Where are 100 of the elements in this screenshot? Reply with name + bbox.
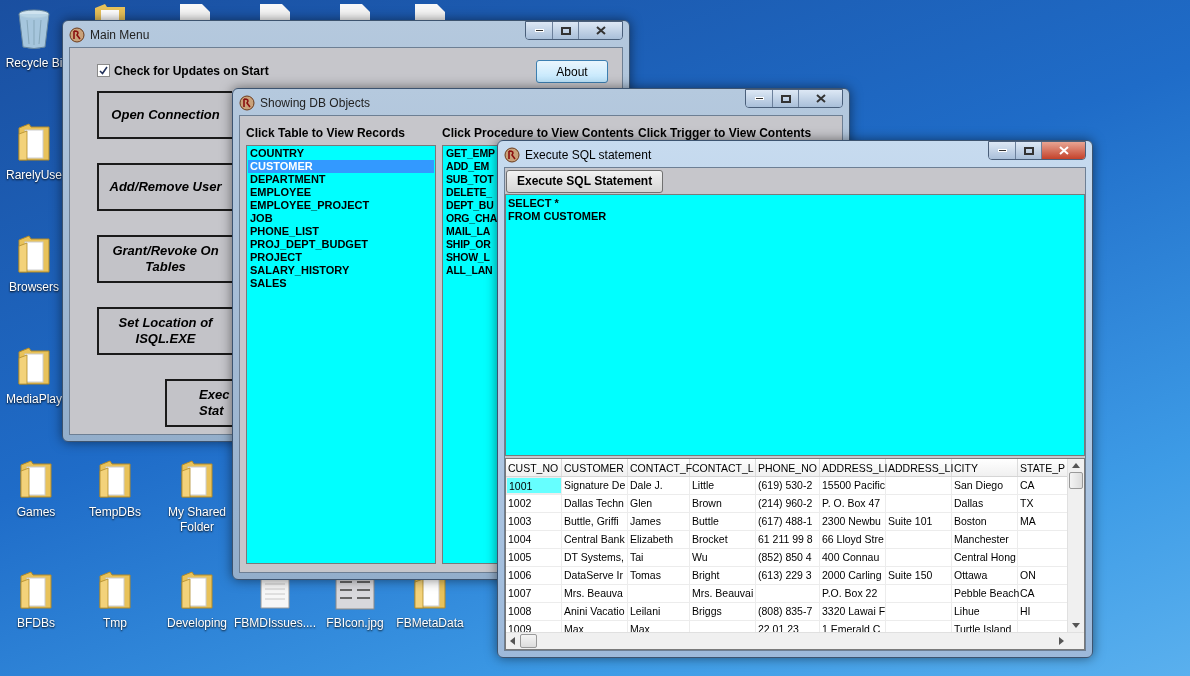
folder-icon <box>98 459 132 499</box>
list-item[interactable]: DEPT_BU <box>444 199 496 212</box>
column-header[interactable]: PHONE_NO <box>756 459 820 476</box>
folder-icon <box>19 570 53 610</box>
column-header[interactable]: ADDRESS_LI <box>820 459 886 476</box>
table-cell: Leilani <box>628 603 690 620</box>
desktop-icon-label[interactable]: BFDBs <box>17 616 55 631</box>
scroll-thumb[interactable] <box>520 634 537 648</box>
minimize-button[interactable] <box>746 90 773 107</box>
folder-icon <box>17 122 51 162</box>
table-cell: Bright <box>690 567 756 584</box>
desktop-icon-label[interactable]: FBIcon.jpg <box>326 616 384 631</box>
table-cell: 400 Connau <box>820 549 886 566</box>
menu-button[interactable]: Exec Stat <box>165 379 232 427</box>
table-cell: 2300 Newbu <box>820 513 886 530</box>
menu-button[interactable]: Grant/Revoke On Tables <box>97 235 232 283</box>
maximize-button[interactable] <box>553 22 579 39</box>
table-cell: (619) 530-2 <box>756 477 820 494</box>
list-item[interactable]: SHIP_OR <box>444 238 493 251</box>
table-cell: Manchester <box>952 531 1018 548</box>
horizontal-scrollbar[interactable] <box>506 632 1084 649</box>
column-header[interactable]: ADDRESS_LI <box>886 459 952 476</box>
folder-icon <box>98 570 132 610</box>
execute-button[interactable]: Execute SQL Statement <box>506 169 664 193</box>
scroll-up-icon[interactable] <box>1072 462 1080 469</box>
list-item[interactable]: ALL_LAN <box>444 264 495 277</box>
column-header[interactable]: CUSTOMER <box>562 459 628 476</box>
table-cell: 61 211 99 8 <box>756 531 820 548</box>
table-cell: P. O. Box 47 <box>820 495 886 512</box>
desktop-icon-label[interactable]: MediaPlay <box>6 392 62 407</box>
maximize-button[interactable] <box>1016 142 1042 159</box>
maximize-button[interactable] <box>773 90 799 107</box>
menu-button[interactable]: Set Location of ISQL.EXE <box>97 307 232 355</box>
procedure-list[interactable]: GET_EMP ADD_EM SUB_TOT DELETE_ DEPT_BU ORG_CHA MAIL_LA SHIP_OR SHOW_L ALL_LAN <box>442 145 497 564</box>
menu-button[interactable]: Add/Remove User <box>97 163 232 211</box>
list-item[interactable]: DELETE_ <box>444 186 494 199</box>
menu-button[interactable]: Open Connection <box>97 91 232 139</box>
column-header[interactable]: CUST_NO <box>506 459 562 476</box>
scroll-left-icon[interactable] <box>509 637 516 645</box>
desktop-icon-label[interactable]: Recycle Bi <box>5 56 63 71</box>
close-button[interactable] <box>579 22 622 39</box>
list-heading: Click Trigger to View Contents <box>638 125 812 142</box>
column-header[interactable]: CONTACT_L <box>690 459 756 476</box>
table-cell: Pebble Beach <box>952 585 1018 602</box>
minimize-button[interactable] <box>989 142 1016 159</box>
table-cell: Elizabeth <box>628 531 690 548</box>
close-button[interactable] <box>1042 142 1085 159</box>
checkbox-label: Check for Updates on Start <box>114 62 269 80</box>
list-item[interactable]: ORG_CHA <box>444 212 500 225</box>
desktop-icon-label[interactable]: Browsers <box>9 280 59 295</box>
table-cell: Brocket <box>690 531 756 548</box>
app-icon <box>69 27 85 43</box>
list-item[interactable]: PHONE_LIST <box>248 225 434 238</box>
list-item[interactable]: SHOW_L <box>444 251 492 264</box>
close-icon <box>595 26 606 35</box>
list-item[interactable]: PROJ_DEPT_BUDGET <box>248 238 434 251</box>
desktop-icon-label[interactable]: TempDBs <box>89 505 141 520</box>
list-item[interactable]: JOB <box>248 212 434 225</box>
checkbox[interactable] <box>97 64 110 77</box>
list-item[interactable]: SALES <box>248 277 434 290</box>
scroll-down-icon[interactable] <box>1072 622 1080 629</box>
table-cell: Dallas <box>952 495 1018 512</box>
scroll-right-icon[interactable] <box>1058 637 1065 645</box>
close-icon <box>815 94 826 103</box>
table-cell: DataServe Ir <box>562 567 628 584</box>
list-item[interactable]: ADD_EM <box>444 160 492 173</box>
list-item[interactable]: SALARY_HISTORY <box>248 264 434 277</box>
list-item[interactable]: SUB_TOT <box>444 173 496 186</box>
list-heading: Click Table to View Records <box>246 125 406 142</box>
table-cell: 66 Lloyd Stre <box>820 531 886 548</box>
list-item[interactable]: GET_EMP <box>444 147 497 160</box>
scroll-thumb[interactable] <box>1069 472 1083 489</box>
minimize-button[interactable] <box>526 22 553 39</box>
list-item[interactable]: EMPLOYEE_PROJECT <box>248 199 434 212</box>
list-item[interactable]: MAIL_LA <box>444 225 493 238</box>
about-button[interactable]: About <box>536 60 608 83</box>
list-item[interactable]: COUNTRY <box>248 147 434 160</box>
table-cell: (617) 488-1 <box>756 513 820 530</box>
close-button[interactable] <box>799 90 842 107</box>
table-cell: Brown <box>690 495 756 512</box>
table-cell: 1006 <box>506 567 562 584</box>
table-cell: James <box>628 513 690 530</box>
table-cell: Glen <box>628 495 690 512</box>
table-cell: Briggs <box>690 603 756 620</box>
sql-editor[interactable]: SELECT * FROM CUSTOMER <box>505 194 1085 456</box>
desktop-icon-label[interactable]: My Shared Folder <box>167 505 227 535</box>
desktop-icon-label[interactable]: FBMDIssues.... <box>234 616 316 631</box>
table-cell: Central Hong <box>952 549 1018 566</box>
desktop-icon-label[interactable]: RarelyUse <box>6 168 62 183</box>
desktop-icon-label[interactable]: Games <box>16 505 56 520</box>
column-header[interactable]: CITY <box>952 459 1018 476</box>
desktop-icon-label[interactable]: Tmp <box>103 616 127 631</box>
list-item[interactable]: EMPLOYEE <box>248 186 434 199</box>
table-cell: Lihue <box>952 603 1018 620</box>
table-list[interactable]: COUNTRY CUSTOMER DEPARTMENT EMPLOYEE EMPLOYEE_PROJECT JOB PHONE_LIST PROJ_DEPT_BUDGET PROJECT SALARY_HISTORY SALES <box>246 145 436 564</box>
list-item[interactable]: DEPARTMENT <box>248 173 434 186</box>
table-cell: Central Bank <box>562 531 628 548</box>
desktop-icon-label[interactable]: Developing <box>167 616 228 631</box>
vertical-scrollbar[interactable] <box>1067 459 1084 632</box>
list-item[interactable]: PROJECT <box>248 251 434 264</box>
